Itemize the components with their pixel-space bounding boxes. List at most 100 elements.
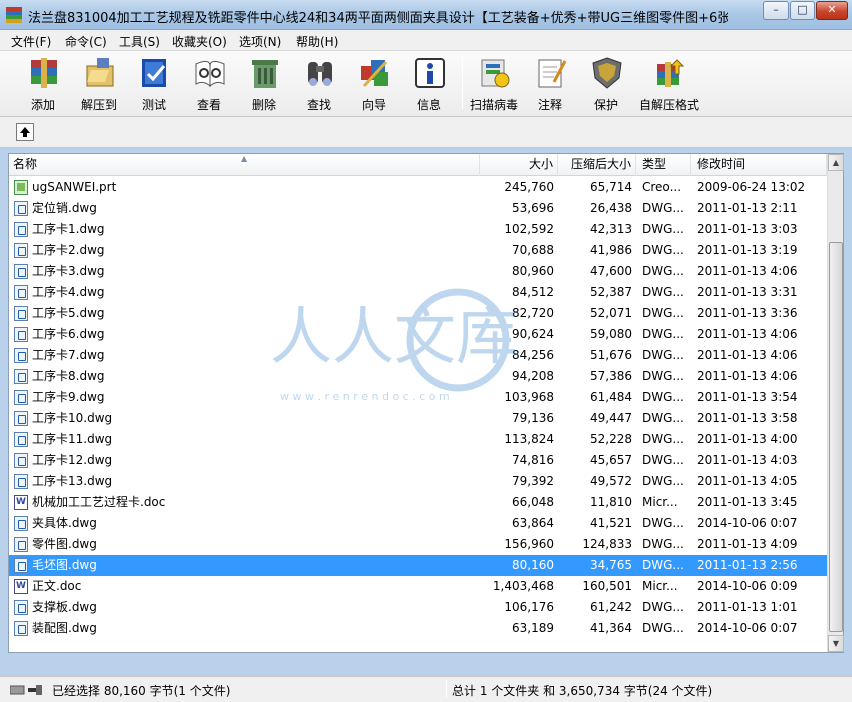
view-icon — [193, 56, 227, 90]
close-button[interactable]: ✕ — [816, 1, 848, 20]
file-type: DWG... — [642, 432, 684, 446]
dwg-file-icon — [14, 621, 28, 636]
table-row[interactable]: 零件图.dwg 156,960 124,833 DWG... 2011-01-13 4:… — [9, 534, 827, 555]
extract-to-button[interactable]: 解压到 — [71, 53, 127, 115]
file-size: 106,176 — [504, 600, 554, 614]
file-size: 113,824 — [504, 432, 554, 446]
test-button[interactable]: 测试 — [126, 53, 182, 115]
dwg-file-icon — [14, 201, 28, 216]
add-button[interactable]: 添加 — [15, 53, 71, 115]
virus-scan-button[interactable]: 扫描病毒 — [466, 53, 522, 115]
file-type: DWG... — [642, 474, 684, 488]
table-row[interactable]: 工序卡5.dwg 82,720 52,071 DWG... 2011-01-13 3:3… — [9, 303, 827, 324]
menu-help[interactable]: 帮助(H) — [296, 33, 338, 50]
table-row[interactable]: 装配图.dwg 63,189 41,364 DWG... 2014-10-06 0:07 — [9, 618, 827, 639]
file-size: 1,403,468 — [492, 579, 554, 593]
table-row[interactable]: 工序卡1.dwg 102,592 42,313 DWG... 2011-01-13 3:… — [9, 219, 827, 240]
file-modified: 2011-01-13 4:09 — [697, 537, 798, 551]
file-modified: 2011-01-13 3:19 — [697, 243, 798, 257]
sfx-button[interactable]: 自解压格式 — [639, 53, 699, 115]
add-archive-icon — [27, 56, 61, 90]
view-button[interactable]: 查看 — [181, 53, 237, 115]
menu-tools[interactable]: 工具(S) — [119, 33, 160, 50]
status-drive-icon[interactable] — [9, 684, 44, 696]
delete-button[interactable]: 删除 — [236, 53, 292, 115]
protect-icon — [590, 56, 624, 90]
file-packed-size: 65,714 — [590, 180, 632, 194]
table-row[interactable]: 工序卡4.dwg 84,512 52,387 DWG... 2011-01-13 3:3… — [9, 282, 827, 303]
column-header-size[interactable]: 大小 — [480, 154, 558, 176]
minimize-button[interactable]: – — [763, 1, 789, 20]
protect-button[interactable]: 保护 — [578, 53, 634, 115]
table-row[interactable]: 工序卡8.dwg 94,208 57,386 DWG... 2011-01-13 4:0… — [9, 366, 827, 387]
dwg-file-icon — [14, 348, 28, 363]
file-name: 工序卡1.dwg — [32, 222, 105, 236]
up-folder-button[interactable] — [16, 123, 34, 141]
table-row[interactable]: 机械加工工艺过程卡.doc 66,048 11,810 Micr... 2011-01-… — [9, 492, 827, 513]
file-size: 79,392 — [512, 474, 554, 488]
file-packed-size: 11,810 — [590, 495, 632, 509]
table-row[interactable]: 工序卡9.dwg 103,968 61,484 DWG... 2011-01-13 3:… — [9, 387, 827, 408]
dwg-file-icon — [14, 537, 28, 552]
table-row[interactable]: 工序卡12.dwg 74,816 45,657 DWG... 2011-01-13 4:… — [9, 450, 827, 471]
table-row[interactable]: 工序卡7.dwg 84,256 51,676 DWG... 2011-01-13 4:0… — [9, 345, 827, 366]
file-name: 工序卡6.dwg — [32, 327, 105, 341]
status-bar: 已经选择 80,160 字节(1 个文件) 总计 1 个文件夹 和 3,650,… — [0, 676, 852, 702]
menu-options[interactable]: 选项(N) — [239, 33, 281, 50]
comment-button[interactable]: 注释 — [522, 53, 578, 115]
file-modified: 2011-01-13 3:58 — [697, 411, 798, 425]
file-packed-size: 41,521 — [590, 516, 632, 530]
menu-file[interactable]: 文件(F) — [11, 33, 51, 50]
file-type: DWG... — [642, 621, 684, 635]
table-row[interactable]: 工序卡3.dwg 80,960 47,600 DWG... 2011-01-13 4:0… — [9, 261, 827, 282]
wizard-button[interactable]: 向导 — [346, 53, 402, 115]
table-row[interactable]: 毛坯图.dwg 80,160 34,765 DWG... 2011-01-13 2:56 — [9, 555, 827, 576]
table-row[interactable]: 工序卡13.dwg 79,392 49,572 DWG... 2011-01-13 4:… — [9, 471, 827, 492]
dwg-file-icon — [14, 285, 28, 300]
table-row[interactable]: 支撑板.dwg 106,176 61,242 DWG... 2011-01-13 1:0… — [9, 597, 827, 618]
table-row[interactable]: 定位销.dwg 53,696 26,438 DWG... 2011-01-13 2:11 — [9, 198, 827, 219]
file-size: 156,960 — [504, 537, 554, 551]
menu-command[interactable]: 命令(C) — [65, 33, 107, 50]
file-name: 工序卡5.dwg — [32, 306, 105, 320]
column-header-modified[interactable]: 修改时间 — [691, 154, 827, 176]
file-type: DWG... — [642, 222, 684, 236]
file-packed-size: 41,986 — [590, 243, 632, 257]
file-modified: 2009-06-24 13:02 — [697, 180, 806, 194]
table-row[interactable]: ugSANWEI.prt 245,760 65,714 Creo... 2009-06-… — [9, 177, 827, 198]
winrar-app-icon[interactable] — [6, 7, 22, 23]
table-row[interactable]: 夹具体.dwg 63,864 41,521 DWG... 2014-10-06 0:07 — [9, 513, 827, 534]
find-button[interactable]: 查找 — [291, 53, 347, 115]
file-packed-size: 49,447 — [590, 411, 632, 425]
file-size: 79,136 — [512, 411, 554, 425]
file-size: 94,208 — [512, 369, 554, 383]
table-row[interactable]: 工序卡11.dwg 113,824 52,228 DWG... 2011-01-13 4… — [9, 429, 827, 450]
sfx-icon — [653, 56, 687, 90]
scroll-up-button[interactable]: ▲ — [828, 154, 844, 171]
file-packed-size: 124,833 — [582, 537, 632, 551]
table-row[interactable]: 工序卡2.dwg 70,688 41,986 DWG... 2011-01-13 3:1… — [9, 240, 827, 261]
comment-icon — [534, 56, 568, 90]
info-icon — [413, 56, 447, 90]
file-name: 夹具体.dwg — [32, 516, 97, 530]
vertical-scrollbar[interactable]: ▲ ▼ — [827, 154, 844, 652]
table-row[interactable]: 工序卡10.dwg 79,136 49,447 DWG... 2011-01-13 3:… — [9, 408, 827, 429]
menu-favorites[interactable]: 收藏夹(O) — [172, 33, 227, 50]
file-type: DWG... — [642, 369, 684, 383]
file-list[interactable]: 名称 ▲ 大小 压缩后大小 类型 修改时间 ugSANWEI.prt 245,76… — [8, 153, 844, 653]
column-header-packed[interactable]: 压缩后大小 — [558, 154, 636, 176]
file-modified: 2014-10-06 0:07 — [697, 516, 798, 530]
dwg-file-icon — [14, 243, 28, 258]
file-modified: 2011-01-13 4:03 — [697, 453, 798, 467]
scroll-thumb[interactable] — [829, 242, 843, 632]
file-size: 70,688 — [512, 243, 554, 257]
maximize-button[interactable]: □ — [790, 1, 815, 20]
protect-label: 保护 — [593, 98, 618, 112]
info-button[interactable]: 信息 — [401, 53, 457, 115]
dwg-file-icon — [14, 600, 28, 615]
table-row[interactable]: 正文.doc 1,403,468 160,501 Micr... 2014-10-06 … — [9, 576, 827, 597]
scroll-down-button[interactable]: ▼ — [828, 635, 844, 652]
file-type: DWG... — [642, 201, 684, 215]
column-header-type[interactable]: 类型 — [636, 154, 691, 176]
table-row[interactable]: 工序卡6.dwg 90,624 59,080 DWG... 2011-01-13 4:0… — [9, 324, 827, 345]
